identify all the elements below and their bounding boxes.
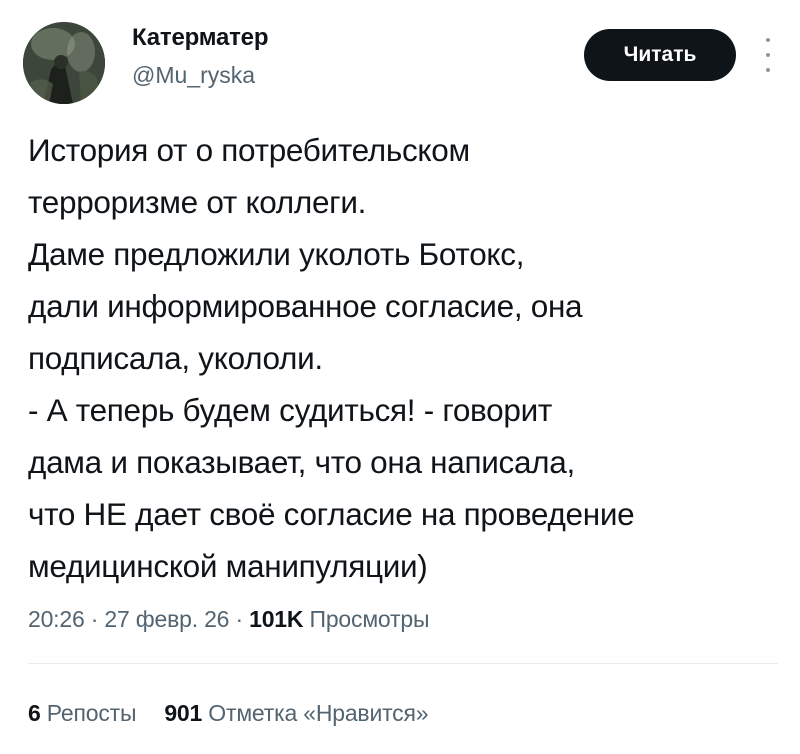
tweet-text-line: подписала, укололи. (28, 340, 323, 376)
tweet-meta: 20:26 · 27 февр. 26 · 101K Просмотры (28, 606, 429, 633)
tweet: Катерматер @Mu_ryska Читать История от о… (0, 0, 800, 754)
tweet-time[interactable]: 20:26 (28, 606, 85, 632)
reposts-stat[interactable]: 6 Репосты (28, 700, 137, 727)
tweet-text-line: История от о потребительском (28, 132, 470, 168)
tweet-text-line: дама и показывает, что она написала, (28, 444, 575, 480)
likes-stat[interactable]: 901 Отметка «Нравится» (164, 700, 428, 727)
tweet-date[interactable]: 27 февр. 26 (104, 606, 229, 632)
author-name[interactable]: Катерматер (132, 24, 268, 52)
tweet-text-line: медицинской манипуляции) (28, 548, 428, 584)
reposts-label: Репосты (40, 700, 137, 726)
divider (28, 663, 778, 664)
likes-count: 901 (164, 700, 203, 726)
views-label: Просмотры (303, 606, 430, 632)
meta-separator: · (84, 606, 105, 632)
tweet-text-line: терроризме от коллеги. (28, 184, 367, 220)
views-count: 101K (249, 606, 304, 632)
follow-button[interactable]: Читать (584, 29, 736, 81)
meta-separator: · (229, 606, 250, 632)
tweet-text-line: Даме предложили уколоть Ботокс, (28, 236, 525, 272)
likes-label: Отметка «Нравится» (202, 700, 429, 726)
avatar[interactable] (23, 22, 105, 104)
tweet-text-line: дали информированное согласие, она (28, 288, 583, 324)
author-handle[interactable]: @Mu_ryska (132, 62, 255, 89)
avatar-image (23, 22, 105, 104)
reposts-count: 6 (28, 700, 41, 726)
tweet-stats: 6 Репосты 901 Отметка «Нравится» (28, 700, 429, 727)
tweet-text: История от о потребительском терроризме … (28, 124, 788, 592)
tweet-text-line: - А теперь будем судиться! - говорит (28, 392, 552, 428)
more-vertical-icon[interactable] (758, 38, 778, 72)
tweet-text-line: что НЕ дает своё согласие на проведение (28, 496, 635, 532)
